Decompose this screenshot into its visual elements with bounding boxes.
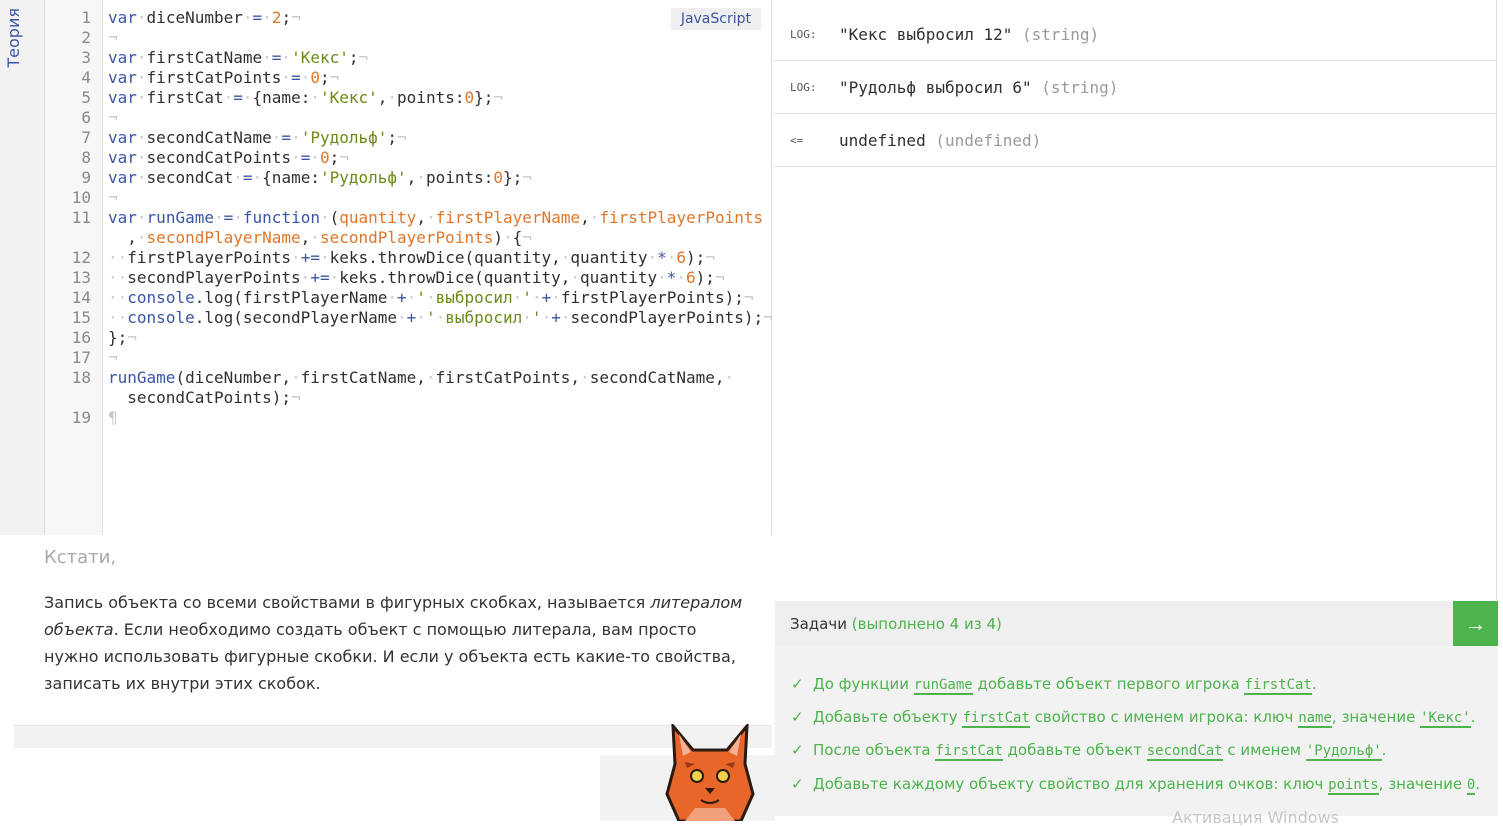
language-badge: JavaScript xyxy=(670,8,761,30)
line-number: 10 xyxy=(71,188,91,207)
console-message: "Кекс выбросил 12" (string) xyxy=(839,25,1100,44)
line-number: 16 xyxy=(71,328,91,347)
tasks-title: Задачи (выполнено 4 из 4) xyxy=(790,615,1002,633)
line-number: 17 xyxy=(71,348,91,367)
tip-footer-strip xyxy=(14,726,772,748)
task-item: ✓ Добавьте объекту firstCat свойство с им… xyxy=(791,705,1475,729)
line-number: 18 xyxy=(71,368,91,387)
tasks-status: (выполнено 4 из 4) xyxy=(851,615,1002,633)
check-icon: ✓ xyxy=(791,741,804,759)
tip-box: Кстати, Запись объекта со всеми свойства… xyxy=(14,535,772,726)
line-number: 7 xyxy=(81,128,91,147)
console-message: "Рудольф выбросил 6" (string) xyxy=(839,78,1119,97)
console-row: LOG: "Рудольф выбросил 6" (string) xyxy=(773,61,1496,114)
line-number: 12 xyxy=(71,248,91,267)
tip-text: Запись объекта со всеми свойствами в фиг… xyxy=(44,593,743,693)
line-number: 3 xyxy=(81,48,91,67)
next-task-button[interactable]: → xyxy=(1453,601,1498,646)
line-number: 1 xyxy=(81,8,91,27)
line-number: 2 xyxy=(81,28,91,47)
theory-tab-label[interactable]: Теория xyxy=(4,8,23,68)
cat-mascot-icon xyxy=(665,724,755,821)
console-row: <= undefined (undefined) xyxy=(773,114,1496,167)
tasks-header[interactable]: Задачи (выполнено 4 из 4) → xyxy=(775,601,1498,646)
line-number: 13 xyxy=(71,268,91,287)
line-number: 5 xyxy=(81,88,91,107)
windows-activation-watermark: Активация Windows xyxy=(1172,808,1339,827)
console-log-tag: LOG: xyxy=(790,28,817,41)
check-icon: ✓ xyxy=(791,775,804,793)
line-number: 8 xyxy=(81,148,91,167)
line-number: 4 xyxy=(81,68,91,87)
task-item: ✓ До функции runGame добавьте объект перв… xyxy=(791,672,1317,696)
task-item: ✓ Добавьте каждому объекту свойство для х… xyxy=(791,772,1480,796)
code-editor[interactable]: JavaScript 1 var·diceNumber·=·2;¬ 2 ¬ 3 var… xyxy=(45,0,773,535)
console-message: undefined (undefined) xyxy=(839,131,1042,150)
line-number: 14 xyxy=(71,288,91,307)
line-number: 15 xyxy=(71,308,91,327)
arrow-right-icon: → xyxy=(1464,611,1487,636)
line-number: 6 xyxy=(81,108,91,127)
task-item: ✓ После объекта firstCat добавьте объект … xyxy=(791,738,1386,762)
line-number: 9 xyxy=(81,168,91,187)
line-number: 19 xyxy=(71,408,91,427)
console-row: LOG: "Кекс выбросил 12" (string) xyxy=(773,8,1496,61)
line-number: 11 xyxy=(71,208,91,227)
tasks-list: ✓ До функции runGame добавьте объект перв… xyxy=(775,646,1498,816)
console-output: LOG: "Кекс выбросил 12" (string) LOG: "Р… xyxy=(773,0,1497,600)
console-return-tag: <= xyxy=(790,134,804,147)
console-log-tag: LOG: xyxy=(790,81,817,94)
theory-tab[interactable]: Теория xyxy=(0,0,45,535)
check-icon: ✓ xyxy=(791,675,804,693)
tip-title: Кстати, xyxy=(44,547,117,568)
check-icon: ✓ xyxy=(791,708,804,726)
